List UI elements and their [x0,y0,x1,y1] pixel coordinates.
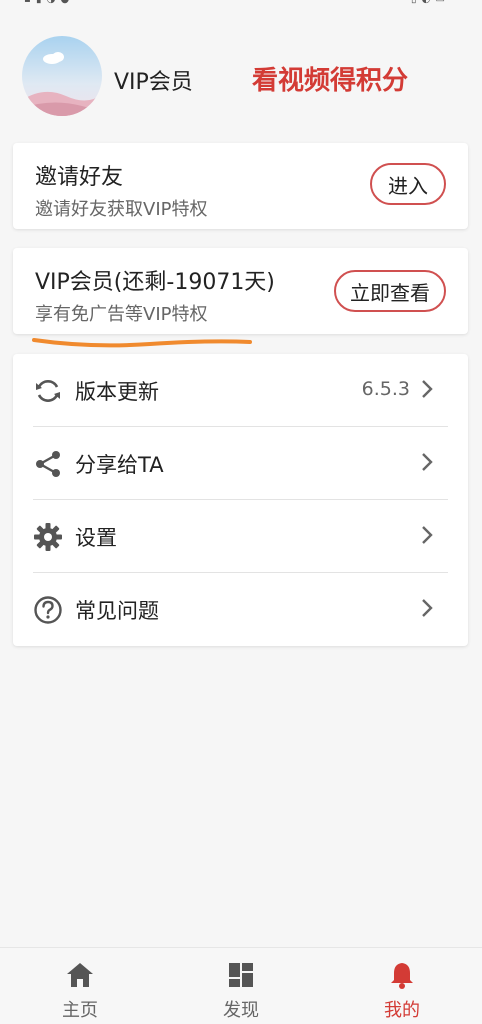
menu-item-share[interactable]: 分享给TA [33,427,448,499]
invite-title: 邀请好友 [35,165,124,190]
avatar-image [22,36,102,116]
watch-video-earn-points-link[interactable]: 看视频得积分 [252,60,408,97]
vip-subtitle: 享有免广告等VIP特权 [35,304,208,325]
bell-icon [391,963,413,989]
username: VIP会员 [114,70,193,95]
chevron-right-icon [422,453,433,471]
highlight-underline-mark [32,338,252,348]
menu-label: 常见问题 [75,599,159,623]
profile-header: VIP会员 看视频得积分 [22,36,462,118]
question-icon [34,596,62,624]
discover-grid-icon [229,963,253,987]
status-right-icons: ▯ ◐ ▭ [411,0,446,5]
bottom-tab-bar: 主页 发现 我的 [0,947,482,1024]
vip-title: VIP会员(还剩-19071天) [35,270,275,295]
share-icon [36,451,60,477]
status-left-icons: ▪ ▮ ◑ ● [24,0,70,5]
tab-label: 发现 [223,1000,259,1021]
status-bar: ▪ ▮ ◑ ● ▯ ◐ ▭ [0,0,482,8]
chevron-right-icon [422,599,433,617]
avatar[interactable] [22,36,102,116]
vip-member-card[interactable]: VIP会员(还剩-19071天) 享有免广告等VIP特权 立即查看 [13,248,468,334]
menu-item-faq[interactable]: 常见问题 [33,573,448,645]
invite-subtitle: 邀请好友获取VIP特权 [35,199,208,220]
enter-button[interactable]: 进入 [370,163,446,205]
menu-label: 版本更新 [75,380,159,404]
invite-friends-card[interactable]: 邀请好友 邀请好友获取VIP特权 进入 [13,143,468,229]
menu-label: 设置 [75,526,117,550]
tab-home[interactable]: 主页 [20,960,140,1021]
tab-label: 我的 [384,1000,420,1021]
menu-label: 分享给TA [75,453,164,477]
refresh-icon [36,380,60,402]
menu-card: 版本更新 6.5.3 分享给TA 设置 常见问题 [13,354,468,646]
view-now-button[interactable]: 立即查看 [334,270,446,312]
chevron-right-icon [422,380,433,398]
gear-icon [34,523,62,551]
home-icon [67,963,93,987]
tab-label: 主页 [62,1000,98,1021]
tab-mine[interactable]: 我的 [342,960,462,1021]
version-value: 6.5.3 [361,378,410,400]
menu-item-settings[interactable]: 设置 [33,500,448,572]
chevron-right-icon [422,526,433,544]
tab-discover[interactable]: 发现 [181,960,301,1021]
menu-item-version-update[interactable]: 版本更新 6.5.3 [33,354,448,426]
